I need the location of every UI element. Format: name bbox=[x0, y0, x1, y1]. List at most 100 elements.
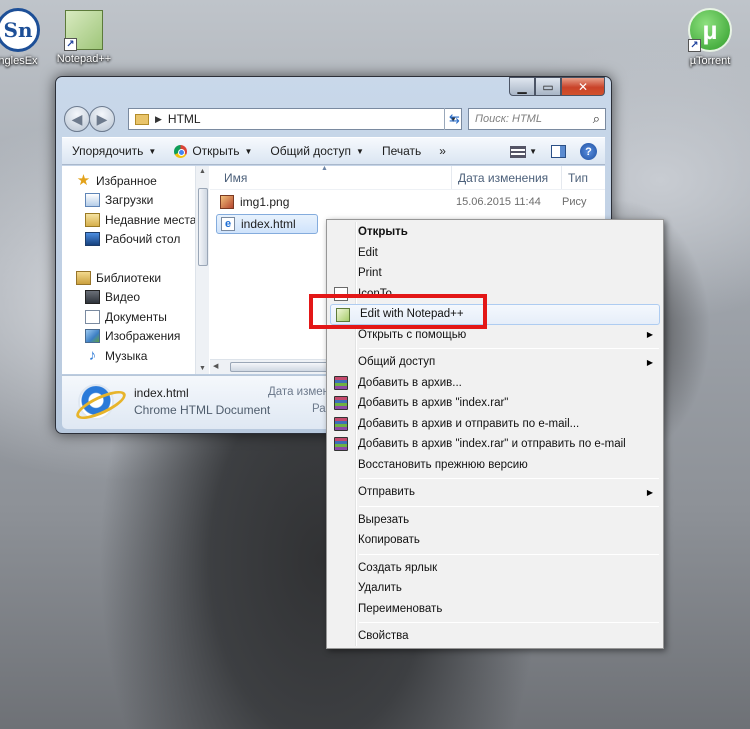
more-label: » bbox=[439, 144, 446, 158]
back-button[interactable]: ◀ bbox=[64, 106, 90, 132]
caption-buttons: ▁ ▭ ✕ bbox=[509, 77, 605, 96]
video-library-icon bbox=[85, 290, 100, 305]
scrollbar-thumb[interactable] bbox=[230, 362, 330, 372]
forward-button[interactable]: ▶ bbox=[89, 106, 115, 132]
menu-item-print[interactable]: Print bbox=[329, 263, 661, 284]
context-menu: Открыть Edit Print IconTo Edit with Note… bbox=[326, 219, 664, 649]
app-icon: Sn bbox=[0, 8, 40, 52]
open-label: Открыть bbox=[192, 144, 240, 158]
menu-item-index-rar-email[interactable]: Добавить в архив "index.rar" и отправить… bbox=[329, 434, 661, 455]
menu-item-archive-email[interactable]: Добавить в архив и отправить по e-mail..… bbox=[329, 414, 661, 435]
chevron-down-icon: ▼ bbox=[244, 146, 253, 156]
utorrent-glyph: µ bbox=[702, 14, 718, 45]
file-date: 15.06.2015 11:44 bbox=[456, 196, 541, 208]
scroll-left-icon[interactable]: ◀ bbox=[213, 362, 218, 370]
libraries-icon bbox=[76, 270, 91, 285]
desktop-icon-label: µTorrent bbox=[689, 55, 731, 67]
menu-item-add-index-rar[interactable]: Добавить в архив "index.rar" bbox=[329, 393, 661, 414]
maximize-button[interactable]: ▭ bbox=[535, 77, 561, 96]
image-file-icon bbox=[220, 195, 234, 209]
help-icon[interactable]: ? bbox=[580, 143, 597, 160]
preview-pane-icon[interactable] bbox=[551, 145, 566, 158]
navigation-pane: ★ Избранное Загрузки Недавние места Рабоч… bbox=[62, 166, 209, 374]
desktop-icon-notepad[interactable]: ↗ Notepad++ bbox=[44, 10, 124, 65]
print-label: Печать bbox=[381, 144, 422, 158]
nav-item-recent[interactable]: Недавние места bbox=[62, 210, 208, 230]
column-header-name[interactable]: Имя bbox=[210, 166, 452, 189]
menu-item-rename[interactable]: Переименовать bbox=[329, 599, 661, 620]
breadcrumb-chevron-icon: ▶ bbox=[155, 113, 162, 124]
winrar-icon bbox=[334, 437, 348, 451]
shortcut-arrow-icon: ↗ bbox=[688, 39, 701, 52]
chevron-down-icon: ▼ bbox=[529, 147, 537, 156]
nav-item-images[interactable]: Изображения bbox=[62, 327, 208, 347]
nav-scrollbar[interactable]: ▲ ▼ bbox=[195, 166, 209, 374]
details-file-name: index.html bbox=[134, 386, 189, 400]
nav-item-downloads[interactable]: Загрузки bbox=[62, 191, 208, 211]
menu-item-label: Вырезать bbox=[358, 513, 410, 526]
star-icon: ★ bbox=[76, 171, 91, 189]
menu-item-restore-version[interactable]: Восстановить прежнюю версию bbox=[329, 455, 661, 476]
menu-item-label: Переименовать bbox=[358, 602, 443, 615]
file-row-selected[interactable]: e index.html bbox=[216, 214, 318, 234]
menu-item-delete[interactable]: Удалить bbox=[329, 578, 661, 599]
menu-item-open[interactable]: Открыть bbox=[329, 222, 661, 243]
breadcrumb-current[interactable]: HTML bbox=[168, 112, 201, 126]
nav-label: Документы bbox=[105, 309, 167, 324]
nav-item-video[interactable]: Видео bbox=[62, 288, 208, 308]
menu-item-share[interactable]: Общий доступ ▶ bbox=[329, 352, 661, 373]
scroll-up-icon[interactable]: ▲ bbox=[199, 168, 206, 175]
desktop-icon-utorrent[interactable]: µ ↗ µTorrent bbox=[670, 8, 750, 67]
nav-label: Библиотеки bbox=[96, 270, 162, 285]
app-icon-glyph: Sn bbox=[3, 18, 33, 42]
nav-label: Недавние места bbox=[105, 212, 197, 227]
nav-item-desktop[interactable]: Рабочий стол bbox=[62, 230, 208, 250]
menu-item-copy[interactable]: Копировать bbox=[329, 530, 661, 551]
search-input[interactable]: Поиск: HTML ⌕ bbox=[468, 108, 606, 130]
address-bar[interactable]: ▶ HTML ▼ bbox=[128, 108, 462, 130]
shortcut-arrow-icon: ↗ bbox=[64, 38, 77, 51]
menu-item-label: Отправить bbox=[358, 486, 416, 499]
share-button[interactable]: Общий доступ ▼ bbox=[270, 144, 364, 158]
menu-item-cut[interactable]: Вырезать bbox=[329, 510, 661, 531]
menu-item-send-to[interactable]: Отправить ▶ bbox=[329, 482, 661, 503]
nav-item-documents[interactable]: Документы bbox=[62, 307, 208, 327]
minimize-button[interactable]: ▁ bbox=[509, 77, 535, 96]
command-bar: Упорядочить ▼ Открыть ▼ Общий доступ ▼ Печа… bbox=[62, 137, 605, 165]
column-header-date[interactable]: Дата изменения bbox=[452, 166, 562, 189]
column-label: Дата изменения bbox=[458, 170, 549, 185]
menu-item-edit[interactable]: Edit bbox=[329, 243, 661, 264]
file-name: img1.png bbox=[240, 195, 290, 209]
highlight-annotation-box bbox=[309, 294, 487, 329]
chevron-down-icon: ▼ bbox=[148, 146, 157, 156]
menu-item-create-shortcut[interactable]: Создать ярлык bbox=[329, 558, 661, 579]
search-icon[interactable]: ⌕ bbox=[593, 111, 600, 127]
menu-item-label: Добавить в архив и отправить по e-mail..… bbox=[358, 417, 580, 430]
open-button[interactable]: Открыть ▼ bbox=[174, 144, 252, 158]
menu-item-label: Print bbox=[358, 267, 382, 280]
nav-item-music[interactable]: ♪ Музыка bbox=[62, 346, 208, 366]
recent-places-icon bbox=[85, 212, 100, 227]
documents-library-icon bbox=[85, 309, 100, 324]
scroll-down-icon[interactable]: ▼ bbox=[199, 365, 206, 372]
desktop-icon bbox=[85, 232, 100, 247]
html-file-icon: e bbox=[221, 217, 235, 231]
scrollbar-thumb[interactable] bbox=[198, 188, 208, 266]
downloads-folder-icon bbox=[85, 193, 100, 208]
nav-item-libraries[interactable]: Библиотеки bbox=[62, 268, 208, 288]
close-button[interactable]: ✕ bbox=[561, 77, 605, 96]
organize-button[interactable]: Упорядочить ▼ bbox=[72, 144, 156, 158]
file-row[interactable]: img1.png 15.06.2015 11:44 Рису bbox=[216, 192, 601, 212]
more-commands-button[interactable]: » bbox=[439, 144, 446, 158]
nav-label: Избранное bbox=[96, 173, 157, 188]
nav-item-favorites[interactable]: ★ Избранное bbox=[62, 171, 208, 191]
internet-explorer-icon bbox=[78, 384, 114, 420]
change-view-button[interactable]: ▼ bbox=[510, 145, 537, 158]
refresh-button[interactable]: ⇆ bbox=[444, 108, 464, 130]
menu-item-properties[interactable]: Свойства bbox=[329, 626, 661, 647]
print-button[interactable]: Печать bbox=[382, 144, 421, 158]
menu-item-label: Добавить в архив "index.rar" и отправить… bbox=[358, 438, 626, 451]
menu-item-add-archive[interactable]: Добавить в архив... bbox=[329, 373, 661, 394]
submenu-arrow-icon: ▶ bbox=[646, 487, 653, 497]
column-header-type[interactable]: Тип bbox=[562, 171, 588, 185]
